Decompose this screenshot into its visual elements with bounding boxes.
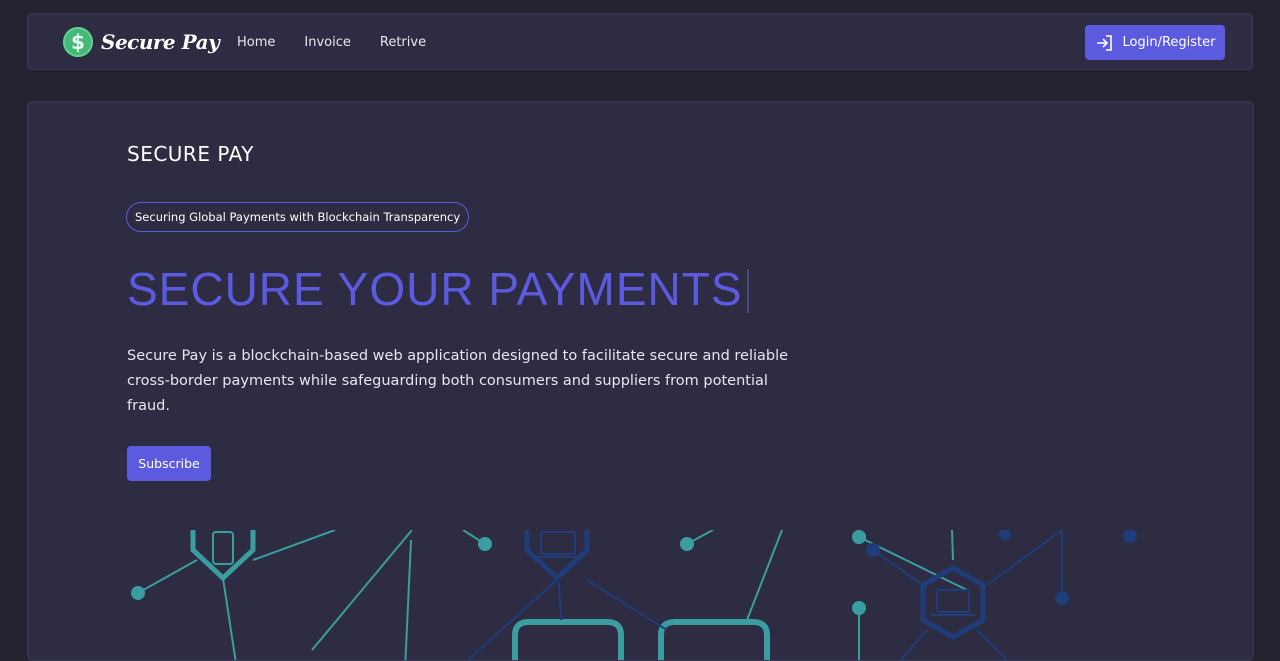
typing-cursor — [746, 269, 749, 313]
hero-eyebrow: SECURE PAY — [127, 142, 254, 166]
nav-link-retrive[interactable]: Retrive — [380, 35, 426, 50]
brand[interactable]: $ Secure Pay — [63, 27, 220, 57]
hero-section: SECURE PAY Securing Global Payments with… — [27, 101, 1254, 661]
nav-links: Home Invoice Retrive — [237, 35, 455, 50]
brand-name: Secure Pay — [101, 30, 220, 54]
dollar-coin-icon: $ — [63, 27, 93, 57]
login-register-button[interactable]: Login/Register — [1085, 25, 1225, 60]
login-register-label: Login/Register — [1122, 35, 1216, 50]
hero-headline: SECURE YOUR PAYMENTS — [127, 262, 749, 316]
blockchain-network-illustration — [131, 530, 1137, 660]
hero-headline-text: SECURE YOUR PAYMENTS — [127, 263, 743, 315]
nav-link-home[interactable]: Home — [237, 35, 275, 50]
login-arrow-icon — [1096, 34, 1112, 51]
tagline-badge: Securing Global Payments with Blockchain… — [126, 202, 470, 232]
top-navbar: $ Secure Pay Home Invoice Retrive Login/… — [27, 13, 1253, 70]
subscribe-button[interactable]: Subscribe — [127, 446, 211, 481]
nav-link-invoice[interactable]: Invoice — [304, 35, 350, 50]
hero-description: Secure Pay is a blockchain-based web app… — [127, 348, 789, 414]
